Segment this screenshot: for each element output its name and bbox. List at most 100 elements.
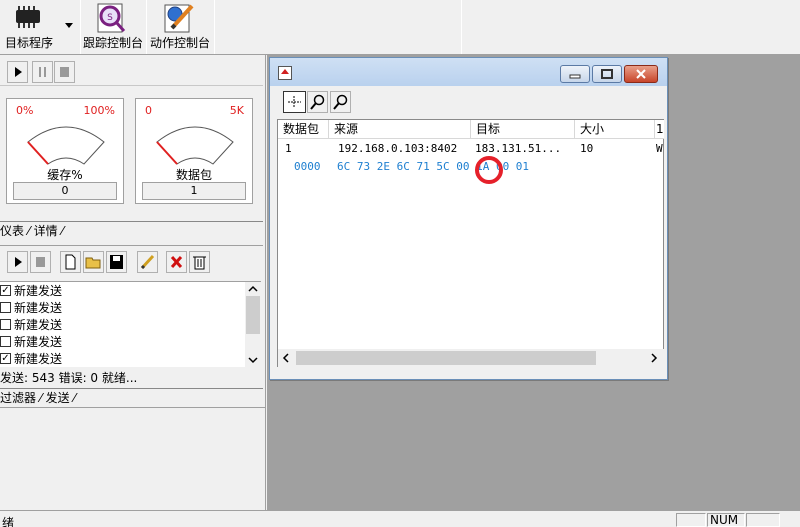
send-toolbar [0, 245, 263, 277]
pencil-icon [140, 254, 155, 270]
cache-gauge-label: 缓存% [47, 168, 83, 182]
list-item[interactable]: ✓ 新建发送 [0, 283, 244, 300]
zoom-in-button[interactable] [307, 91, 328, 113]
packet-destination: 183.131.51... [475, 142, 562, 155]
chevron-left-icon [282, 353, 289, 363]
stop-icon [60, 67, 69, 77]
close-icon [636, 69, 646, 79]
maximize-button[interactable] [592, 65, 622, 83]
trace-console-label: 跟踪控制台 [82, 36, 143, 50]
packet-window-toolbar [280, 91, 358, 115]
zoom-in-icon [310, 94, 325, 110]
cache-gauge-min: 0% [16, 104, 34, 117]
crosshair-icon [288, 96, 301, 108]
packet-source: 192.168.0.103:8402 [338, 142, 458, 155]
send-list-scrollbar[interactable] [245, 282, 261, 368]
list-item[interactable]: 新建发送 [0, 317, 244, 334]
list-item[interactable]: ✓ 新建发送 [0, 351, 244, 368]
bottom-tabs-text[interactable]: 过滤器 ⁄ 发送 ⁄ [0, 391, 75, 405]
send-item-label: 新建发送 [14, 301, 63, 315]
target-program-dropdown[interactable] [60, 16, 78, 34]
magnifier-document-icon: S [97, 3, 126, 33]
chip-icon [16, 6, 40, 28]
capture-controls [0, 58, 263, 86]
minimize-button[interactable] [560, 65, 590, 83]
list-item[interactable]: 新建发送 [0, 334, 244, 351]
save-button[interactable] [106, 251, 127, 273]
left-panel: 0% 100% 缓存% 0 0 5K 数据包 1 仪表 ⁄ 详情 ⁄ ✓ 新建发… [0, 55, 266, 510]
packet-gauge-value: 1 [142, 182, 246, 200]
folder-open-icon [85, 257, 101, 269]
send-item-label: 新建发送 [14, 335, 63, 349]
save-icon [110, 255, 123, 269]
svg-text:S: S [107, 13, 113, 23]
edit-button[interactable] [137, 251, 158, 273]
send-item-checkbox[interactable] [0, 302, 11, 313]
send-start-button[interactable] [7, 251, 28, 273]
gauge-tabs[interactable]: 仪表 ⁄ 详情 ⁄ [0, 221, 263, 238]
pencil-document-icon [164, 4, 194, 33]
status-pane-scroll [746, 513, 780, 527]
send-item-checkbox[interactable] [0, 319, 11, 330]
highlight-circle [475, 156, 503, 184]
column-header-extra[interactable]: 1 [655, 120, 664, 139]
column-header-destination[interactable]: 目标 [471, 120, 575, 139]
column-header-size[interactable]: 大小 [575, 120, 655, 139]
column-header-source[interactable]: 来源 [329, 120, 471, 139]
cache-gauge-dial [27, 126, 105, 165]
send-item-checkbox[interactable] [0, 336, 11, 347]
packet-gauge-dial [156, 126, 234, 165]
new-file-icon [65, 254, 76, 270]
left-divider [0, 407, 266, 409]
send-item-checkbox[interactable]: ✓ [0, 285, 11, 296]
send-item-checkbox[interactable]: ✓ [0, 353, 11, 364]
trash-icon [193, 256, 206, 270]
action-console-label: 动作控制台 [149, 36, 210, 50]
pause-capture-button[interactable] [32, 61, 53, 83]
packet-window: 数据包 来源 目标 大小 1 1 192.168.0.103:8402 183.… [269, 57, 668, 380]
status-pane-caps [676, 513, 706, 527]
cache-gauge-value: 0 [13, 182, 117, 200]
new-send-button[interactable] [60, 251, 81, 273]
status-text: 绪 [2, 516, 15, 527]
scroll-thumb[interactable] [296, 351, 596, 365]
delete-button[interactable] [166, 251, 187, 273]
list-item[interactable]: 新建发送 [0, 300, 244, 317]
start-capture-button[interactable] [7, 61, 28, 83]
stop-capture-button[interactable] [54, 61, 75, 83]
action-console-button[interactable]: 动作控制台 [148, 0, 212, 54]
maximize-icon [601, 69, 613, 79]
packet-gauge-min: 0 [145, 104, 152, 117]
packet-gauge-label: 数据包 [175, 168, 212, 182]
chevron-down-icon [248, 357, 258, 364]
packet-window-titlebar[interactable] [270, 58, 667, 86]
trace-console-button[interactable]: S 跟踪控制台 [82, 0, 144, 54]
packet-gauge: 0 5K 数据包 1 [135, 98, 253, 204]
scroll-thumb[interactable] [246, 296, 260, 334]
pause-icon [39, 67, 46, 77]
column-header-packet[interactable]: 数据包 [278, 120, 329, 139]
packet-gauge-max: 5K [229, 104, 244, 117]
status-pane-num: NUM [707, 513, 745, 527]
packet-grid-hscrollbar[interactable] [278, 349, 664, 367]
table-row[interactable]: 1 192.168.0.103:8402 183.131.51... 10 W [278, 140, 664, 157]
send-status: 发送: 543 错误: 0 就绪... [0, 371, 138, 385]
open-button[interactable] [83, 251, 104, 273]
target-program-label: 目标程序 [4, 36, 53, 50]
trash-button[interactable] [189, 251, 210, 273]
gauge-tabs-text[interactable]: 仪表 ⁄ 详情 ⁄ [0, 224, 63, 238]
close-button[interactable] [624, 65, 658, 83]
send-list: ✓ 新建发送 新建发送 新建发送 新建发送 ✓ 新建发送 [0, 281, 261, 368]
window-app-icon [278, 66, 292, 80]
cache-gauge: 0% 100% 缓存% 0 [6, 98, 124, 204]
send-stop-button[interactable] [30, 251, 51, 273]
target-program-button[interactable]: 目标程序 [0, 0, 58, 54]
select-tool-button[interactable] [283, 91, 306, 113]
bottom-tabs[interactable]: 过滤器 ⁄ 发送 ⁄ [0, 388, 263, 405]
minimize-icon [569, 74, 581, 79]
zoom-out-button[interactable] [330, 91, 351, 113]
zoom-out-icon [333, 94, 348, 110]
packet-number: 1 [285, 142, 292, 155]
chevron-right-icon [651, 353, 658, 363]
packet-size: 10 [580, 142, 594, 155]
